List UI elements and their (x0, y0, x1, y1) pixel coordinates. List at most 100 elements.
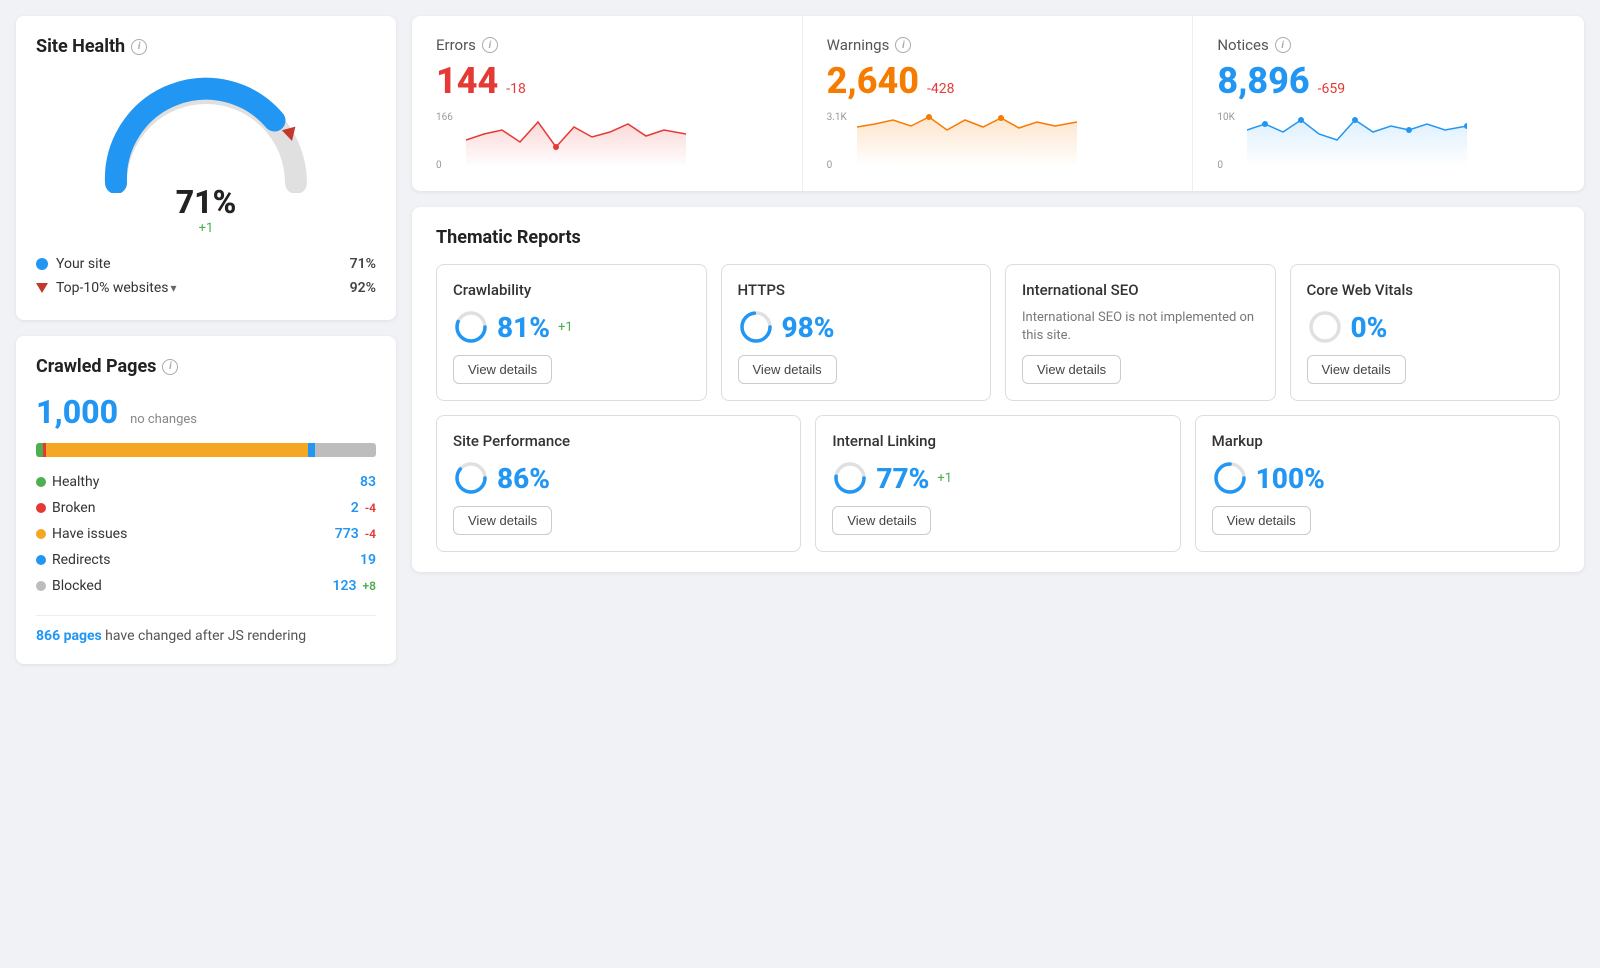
thematic-reports-card: Thematic Reports Crawlability 81% +1 Vie… (412, 207, 1584, 572)
your-site-value: 71% (350, 256, 376, 272)
crawled-list: Healthy 83 Broken 2 -4 (36, 469, 376, 599)
site-health-title: Site Health i (36, 36, 376, 57)
progress-bar (36, 443, 376, 457)
list-item: Blocked 123 +8 (36, 573, 376, 599)
errors-delta: -18 (506, 81, 526, 97)
site-performance-circle-icon (453, 460, 489, 496)
international-seo-name: International SEO (1022, 281, 1259, 299)
errors-bottom-label: 0 (436, 160, 442, 171)
notices-card: Notices i 8,896 -659 10K 0 (1193, 16, 1584, 191)
errors-sparkline-container: 166 0 (436, 112, 778, 171)
internal-linking-view-btn[interactable]: View details (832, 506, 931, 535)
redirects-dot (36, 555, 46, 565)
gauge-svg (96, 73, 316, 193)
warnings-delta: -428 (927, 81, 954, 97)
internal-linking-score-row: 77% +1 (832, 460, 1163, 496)
internal-linking-name: Internal Linking (832, 432, 1163, 450)
https-score-row: 98% (738, 309, 975, 345)
errors-card: Errors i 144 -18 166 0 (412, 16, 803, 191)
reports-bottom-grid: Site Performance 86% View details Intern… (436, 415, 1560, 552)
your-site-legend: Your site 71% (36, 252, 376, 276)
warnings-label: Warnings i (827, 36, 1169, 54)
crawled-count: 1,000 (36, 393, 118, 431)
warnings-info-icon[interactable]: i (895, 37, 911, 53)
crawlability-score: 81% (497, 311, 550, 344)
warnings-value: 2,640 (827, 60, 919, 102)
gauge-container: 71% +1 (36, 73, 376, 236)
errors-info-icon[interactable]: i (482, 37, 498, 53)
site-performance-score-row: 86% (453, 460, 784, 496)
report-https: HTTPS 98% View details (721, 264, 992, 401)
report-crawlability: Crawlability 81% +1 View details (436, 264, 707, 401)
notices-bottom-label: 0 (1217, 160, 1223, 171)
crawlability-circle-icon (453, 309, 489, 345)
list-item: Broken 2 -4 (36, 495, 376, 521)
site-performance-view-btn[interactable]: View details (453, 506, 552, 535)
issues-dot (36, 529, 46, 539)
reports-top-grid: Crawlability 81% +1 View details HTTPS (436, 264, 1560, 401)
crawlability-score-row: 81% +1 (453, 309, 690, 345)
site-performance-score: 86% (497, 462, 550, 495)
warnings-sparkline (857, 112, 1077, 167)
crawlability-view-btn[interactable]: View details (453, 355, 552, 384)
report-markup: Markup 100% View details (1195, 415, 1560, 552)
core-web-vitals-name: Core Web Vitals (1307, 281, 1544, 299)
notices-top-label: 10K (1217, 112, 1235, 123)
internal-linking-circle-icon (832, 460, 868, 496)
https-score: 98% (782, 311, 835, 344)
list-item: Healthy 83 (36, 469, 376, 495)
markup-name: Markup (1212, 432, 1543, 450)
core-web-vitals-circle-icon (1307, 309, 1343, 345)
crawlability-name: Crawlability (453, 281, 690, 299)
crawled-count-row: 1,000 no changes (36, 393, 376, 431)
crawled-no-changes: no changes (130, 412, 197, 427)
pb-issues (46, 443, 308, 457)
crawlability-change: +1 (558, 320, 573, 335)
pb-blocked (315, 443, 376, 457)
errors-top-label: 166 (436, 112, 453, 123)
top10-chevron[interactable]: ▾ (171, 281, 177, 295)
https-name: HTTPS (738, 281, 975, 299)
pb-healthy (36, 443, 43, 457)
report-international-seo: International SEO International SEO is n… (1005, 264, 1276, 401)
site-performance-name: Site Performance (453, 432, 784, 450)
crawled-pages-card: Crawled Pages i 1,000 no changes Healthy (16, 336, 396, 664)
notices-info-icon[interactable]: i (1275, 37, 1291, 53)
top10-legend: Top-10% websites ▾ 92% (36, 276, 376, 300)
core-web-vitals-score: 0% (1351, 311, 1388, 344)
notices-sparkline-container: 10K 0 (1217, 112, 1560, 171)
markup-view-btn[interactable]: View details (1212, 506, 1311, 535)
site-health-info-icon[interactable]: i (131, 39, 147, 55)
markup-score: 100% (1256, 462, 1325, 495)
errors-value-row: 144 -18 (436, 60, 778, 102)
https-view-btn[interactable]: View details (738, 355, 837, 384)
notices-delta: -659 (1318, 81, 1345, 97)
notices-sparkline (1247, 112, 1467, 167)
notices-value: 8,896 (1217, 60, 1309, 102)
errors-label: Errors i (436, 36, 778, 54)
warnings-value-row: 2,640 -428 (827, 60, 1169, 102)
list-item: Have issues 773 -4 (36, 521, 376, 547)
pages-changed-link[interactable]: 866 pages (36, 628, 102, 644)
errors-value: 144 (436, 60, 498, 102)
thematic-reports-title: Thematic Reports (436, 227, 1560, 248)
gauge-change: +1 (199, 221, 214, 236)
core-web-vitals-view-btn[interactable]: View details (1307, 355, 1406, 384)
internal-linking-change: +1 (937, 471, 952, 486)
international-seo-note: International SEO is not implemented on … (1022, 309, 1259, 345)
metrics-row: Errors i 144 -18 166 0 (412, 16, 1584, 191)
core-web-vitals-score-row: 0% (1307, 309, 1544, 345)
report-site-performance: Site Performance 86% View details (436, 415, 801, 552)
broken-dot (36, 503, 46, 513)
top10-triangle (36, 283, 48, 293)
international-seo-view-btn[interactable]: View details (1022, 355, 1121, 384)
site-health-card: Site Health i 71% +1 (16, 16, 396, 320)
markup-score-row: 100% (1212, 460, 1543, 496)
pages-changed: 866 pages have changed after JS renderin… (36, 615, 376, 644)
crawled-pages-info-icon[interactable]: i (162, 359, 178, 375)
markup-circle-icon (1212, 460, 1248, 496)
internal-linking-score: 77% (876, 462, 929, 495)
notices-label: Notices i (1217, 36, 1560, 54)
gauge-percent: 71% (176, 183, 237, 221)
list-item: Redirects 19 (36, 547, 376, 573)
